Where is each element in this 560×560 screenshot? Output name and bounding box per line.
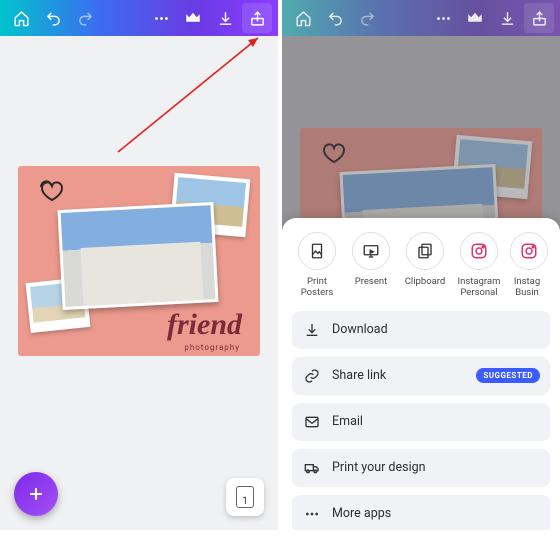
- pro-button[interactable]: [178, 3, 208, 33]
- more-icon: [435, 10, 452, 27]
- share-target-instagram-business[interactable]: Instag Busin: [506, 232, 548, 299]
- instagram-icon: [520, 242, 538, 260]
- share-target-label: Instag: [506, 276, 548, 287]
- more-button[interactable]: [146, 3, 176, 33]
- share-target-label: Clipboard: [398, 276, 452, 287]
- more-icon: [153, 10, 170, 27]
- undo-button: [320, 3, 350, 33]
- canvas-area[interactable]: friend photography 1: [0, 36, 278, 530]
- home-button[interactable]: [6, 3, 36, 33]
- action-email[interactable]: Email: [292, 403, 550, 441]
- share-target-clipboard[interactable]: Clipboard: [398, 232, 452, 299]
- crown-icon: [466, 9, 484, 27]
- top-toolbar: [0, 0, 278, 36]
- share-target-label: Present: [344, 276, 398, 287]
- heart-scribble: [36, 174, 72, 204]
- page-indicator[interactable]: 1: [226, 478, 264, 516]
- share-target-row[interactable]: Print Posters Present Clipboard: [288, 232, 554, 307]
- undo-button[interactable]: [38, 3, 68, 33]
- share-screen: Print Posters Present Clipboard: [282, 0, 560, 530]
- more-icon: [304, 506, 320, 522]
- action-label: Print your design: [332, 460, 426, 475]
- share-target-label2: Posters: [290, 287, 344, 298]
- share-target-print-posters[interactable]: Print Posters: [290, 232, 344, 299]
- share-action-list: Download Share link SUGGESTED Email Prin…: [288, 307, 554, 530]
- instagram-icon: [470, 242, 488, 260]
- present-icon: [362, 242, 380, 260]
- redo-button: [352, 3, 382, 33]
- share-icon: [531, 10, 548, 27]
- link-icon: [304, 368, 320, 384]
- action-label: Email: [332, 414, 363, 429]
- share-button[interactable]: [242, 3, 272, 33]
- action-more-apps[interactable]: More apps: [292, 495, 550, 530]
- poster-icon: [308, 242, 326, 260]
- design-title-text[interactable]: friend: [167, 308, 242, 342]
- pro-button: [460, 3, 490, 33]
- share-target-present[interactable]: Present: [344, 232, 398, 299]
- page-count: 1: [242, 496, 248, 507]
- action-label: More apps: [332, 506, 391, 521]
- undo-icon: [327, 10, 344, 27]
- home-icon: [13, 10, 30, 27]
- share-target-label: Print: [290, 276, 344, 287]
- download-button[interactable]: [210, 3, 240, 33]
- download-button: [492, 3, 522, 33]
- top-toolbar-dimmed: [282, 0, 560, 36]
- action-label: Share link: [332, 368, 386, 383]
- share-button-active: [524, 3, 554, 33]
- action-label: Download: [332, 322, 388, 337]
- redo-icon: [77, 10, 94, 27]
- crown-icon: [184, 9, 202, 27]
- download-icon: [499, 10, 516, 27]
- redo-icon: [359, 10, 376, 27]
- plus-icon: [26, 484, 46, 504]
- action-download[interactable]: Download: [292, 311, 550, 349]
- suggested-badge: SUGGESTED: [476, 368, 540, 383]
- photo-castle[interactable]: [57, 202, 218, 310]
- add-page-fab[interactable]: [14, 472, 58, 516]
- share-target-label2: Personal: [452, 287, 506, 298]
- editor-screen: friend photography 1: [0, 0, 278, 530]
- email-icon: [304, 414, 320, 430]
- clipboard-icon: [416, 242, 434, 260]
- download-icon: [217, 10, 234, 27]
- share-target-label: Instagram: [452, 276, 506, 287]
- share-target-label2: Busin: [506, 287, 548, 298]
- share-sheet: Print Posters Present Clipboard: [282, 218, 560, 530]
- design-canvas[interactable]: friend photography: [18, 166, 260, 356]
- action-share-link[interactable]: Share link SUGGESTED: [292, 357, 550, 395]
- design-subtitle-text[interactable]: photography: [184, 343, 240, 352]
- undo-icon: [45, 10, 62, 27]
- canvas-area-dimmed: Print Posters Present Clipboard: [282, 36, 560, 530]
- home-icon: [295, 10, 312, 27]
- home-button: [288, 3, 318, 33]
- more-button: [428, 3, 458, 33]
- action-print[interactable]: Print your design: [292, 449, 550, 487]
- share-icon: [249, 10, 266, 27]
- redo-button[interactable]: [70, 3, 100, 33]
- download-icon: [304, 322, 320, 338]
- truck-icon: [304, 460, 320, 476]
- share-target-instagram-personal[interactable]: Instagram Personal: [452, 232, 506, 299]
